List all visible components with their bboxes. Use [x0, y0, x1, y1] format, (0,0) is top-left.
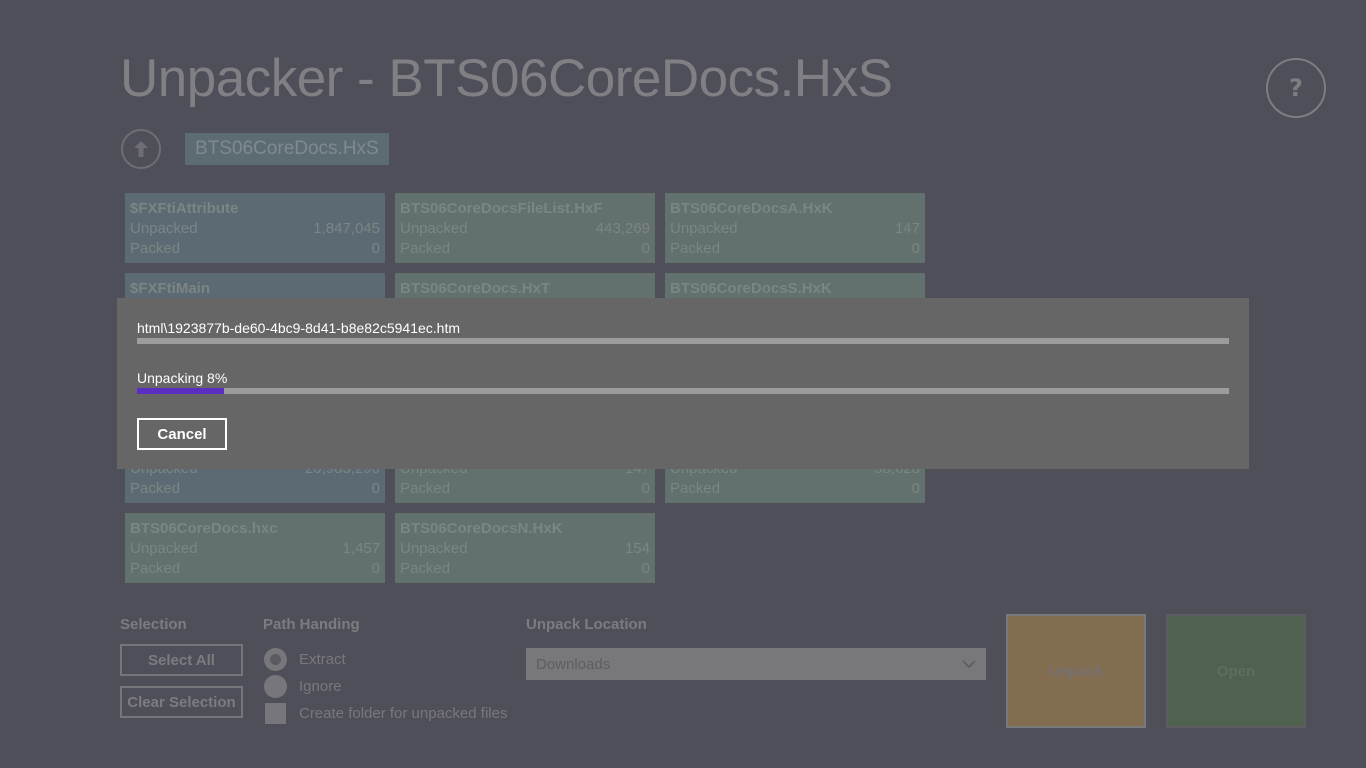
page-title: Unpacker - BTS06CoreDocs.HxS [120, 49, 893, 108]
file-name: BTS06CoreDocsFileList.HxF [400, 200, 603, 217]
file-tile[interactable]: $FXFtiAttribute Unpacked 1,847,045 Packed 0 [125, 193, 385, 263]
create-folder-label: Create folder for unpacked files [299, 704, 508, 722]
packed-label: Packed [130, 480, 181, 497]
packed-row: Packed 0 [130, 239, 380, 259]
unpacked-size: 154 [624, 540, 650, 557]
radio-ignore[interactable]: Ignore [264, 674, 342, 698]
create-folder-checkbox[interactable] [265, 702, 286, 724]
cancel-button[interactable]: Cancel [137, 418, 227, 450]
file-name: BTS06CoreDocsN.HxK [400, 520, 563, 537]
unpacked-label: Unpacked [130, 220, 198, 237]
packed-size: 0 [371, 240, 380, 257]
open-button[interactable]: Open [1166, 614, 1306, 728]
unpack-location-label: Unpack Location [526, 616, 647, 633]
file-name: BTS06CoreDocsA.HxK [670, 200, 833, 217]
question-mark-icon: ? [1289, 74, 1303, 102]
unpack-button[interactable]: Unpack [1006, 614, 1146, 728]
unpacked-size: 1,847,045 [313, 220, 380, 237]
radio-extract[interactable]: Extract [264, 647, 346, 671]
progress-dialog: html\1923877b-de60-4bc9-8d41-b8e82c5941e… [117, 298, 1249, 469]
unpacked-size: 443,269 [595, 220, 650, 237]
current-file-label: html\1923877b-de60-4bc9-8d41-b8e82c5941e… [137, 320, 461, 336]
radio-ignore-label: Ignore [299, 677, 342, 695]
packed-row: Packed 0 [130, 479, 380, 499]
packed-size: 0 [641, 240, 650, 257]
unpacked-label: Unpacked [670, 220, 738, 237]
packed-label: Packed [400, 560, 451, 577]
breadcrumb[interactable]: BTS06CoreDocs.HxS [185, 133, 389, 165]
file-tile[interactable]: BTS06CoreDocsFileList.HxF Unpacked 443,269… [395, 193, 655, 263]
select-all-button[interactable]: Select All [120, 644, 243, 676]
help-button[interactable]: ? [1266, 58, 1326, 118]
packed-size: 0 [911, 480, 920, 497]
packed-size: 0 [641, 480, 650, 497]
file-progress-bar [137, 338, 1229, 344]
file-progress-fill [137, 338, 1229, 344]
radio-button[interactable] [264, 674, 287, 698]
unpacked-label: Unpacked [130, 540, 198, 557]
unpacked-row: Unpacked 147 [670, 219, 920, 239]
unpacked-label: Unpacked [400, 220, 468, 237]
packed-label: Packed [670, 240, 721, 257]
arrow-up-icon [134, 141, 148, 157]
packed-label: Packed [400, 240, 451, 257]
file-name: BTS06CoreDocsS.HxK [670, 280, 832, 297]
unpacked-size: 1,457 [342, 540, 380, 557]
packed-label: Packed [130, 240, 181, 257]
packed-row: Packed 0 [400, 479, 650, 499]
packed-size: 0 [371, 480, 380, 497]
packed-label: Packed [400, 480, 451, 497]
packed-size: 0 [641, 560, 650, 577]
packed-row: Packed 0 [670, 479, 920, 499]
packed-row: Packed 0 [400, 559, 650, 579]
packed-row: Packed 0 [670, 239, 920, 259]
path-handling-label: Path Handing [263, 616, 360, 633]
unpack-location-select[interactable]: Downloads [526, 648, 986, 680]
packed-label: Packed [670, 480, 721, 497]
unpacked-row: Unpacked 154 [400, 539, 650, 559]
unpacked-row: Unpacked 1,457 [130, 539, 380, 559]
clear-selection-button[interactable]: Clear Selection [120, 686, 243, 718]
overall-progress-bar [137, 388, 1229, 394]
navigate-up-button[interactable] [121, 129, 161, 169]
packed-label: Packed [130, 560, 181, 577]
file-tile[interactable]: BTS06CoreDocsN.HxK Unpacked 154 Packed 0 [395, 513, 655, 583]
packed-row: Packed 0 [130, 559, 380, 579]
file-name: $FXFtiAttribute [130, 200, 239, 217]
unpacked-row: Unpacked 443,269 [400, 219, 650, 239]
file-name: BTS06CoreDocs.hxc [130, 520, 278, 537]
radio-button-selected[interactable] [264, 647, 287, 671]
unpacking-status: Unpacking 8% [137, 370, 228, 386]
packed-size: 0 [371, 560, 380, 577]
unpacked-label: Unpacked [400, 540, 468, 557]
packed-size: 0 [911, 240, 920, 257]
overall-progress-fill [137, 388, 225, 394]
selection-label: Selection [120, 616, 187, 633]
file-name: BTS06CoreDocs.HxT [400, 280, 551, 297]
file-name: $FXFtiMain [130, 280, 211, 297]
chevron-down-icon [962, 660, 976, 669]
create-folder-option[interactable]: Create folder for unpacked files [264, 701, 507, 725]
packed-row: Packed 0 [400, 239, 650, 259]
file-tile[interactable]: BTS06CoreDocs.hxc Unpacked 1,457 Packed 0 [125, 513, 385, 583]
radio-extract-label: Extract [299, 650, 346, 668]
unpacked-size: 147 [894, 220, 920, 237]
file-tile[interactable]: BTS06CoreDocsA.HxK Unpacked 147 Packed 0 [665, 193, 925, 263]
unpacked-row: Unpacked 1,847,045 [130, 219, 380, 239]
unpack-location-value: Downloads [536, 655, 611, 673]
